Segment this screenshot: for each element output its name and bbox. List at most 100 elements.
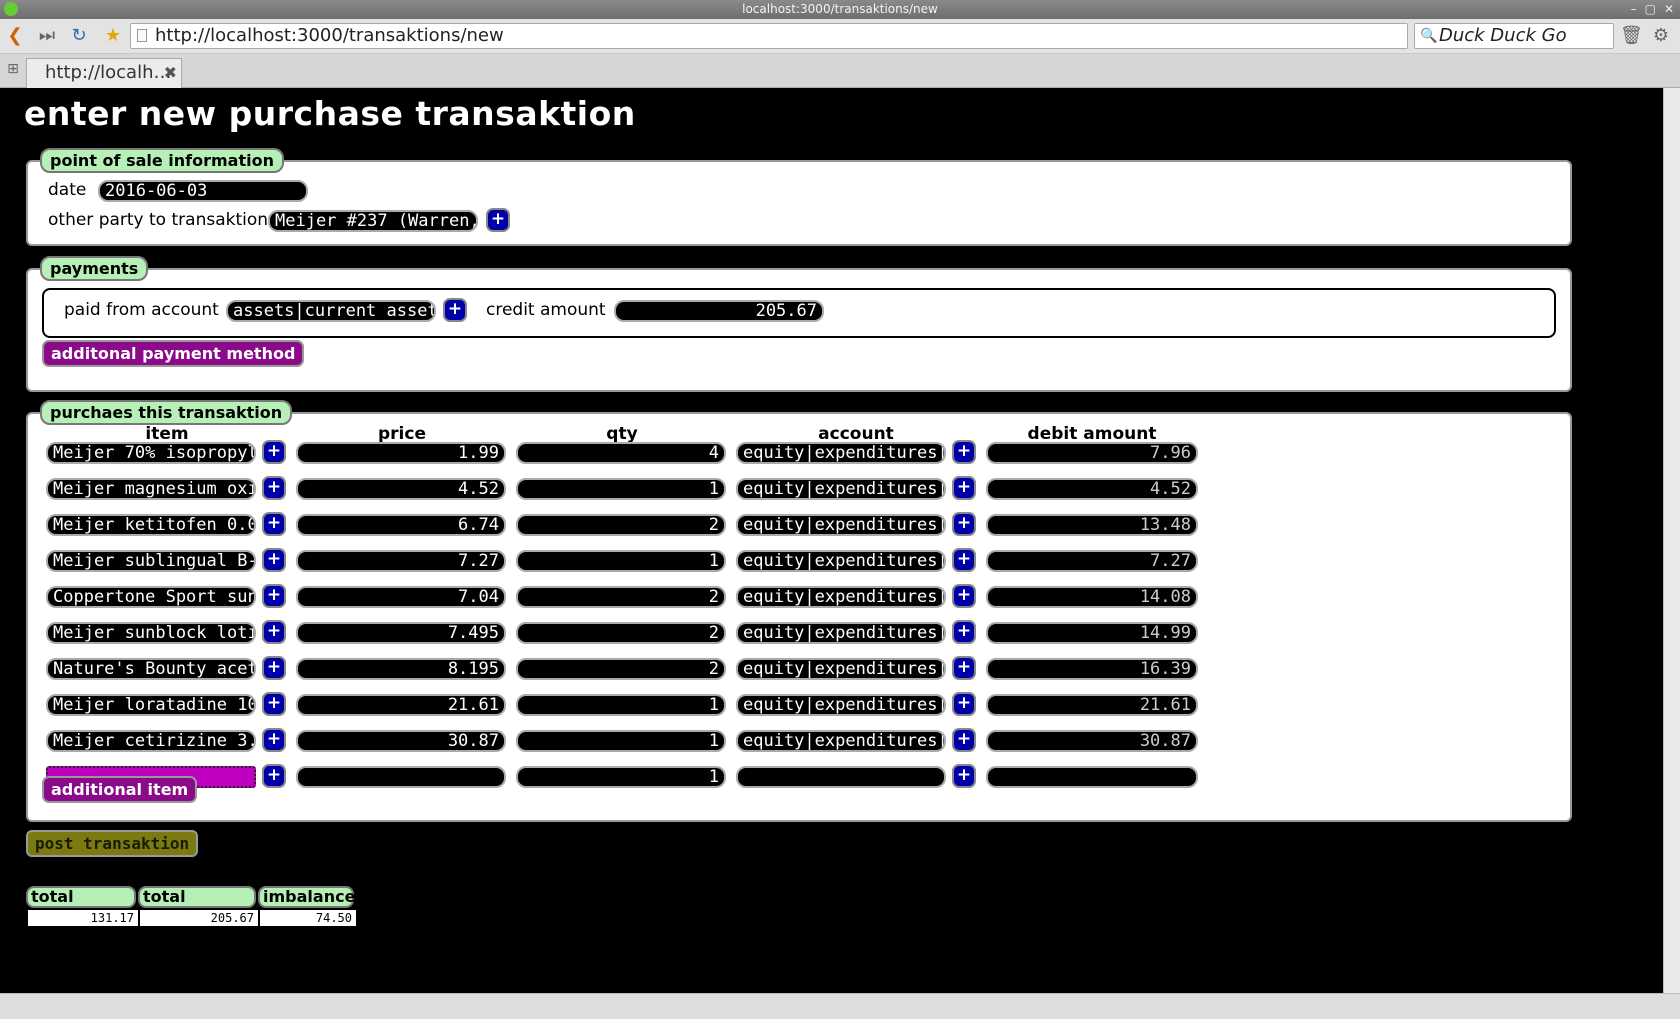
vertical-scrollbar[interactable] — [1663, 88, 1680, 993]
price-field[interactable]: 7.495 — [296, 622, 506, 644]
add-item-button[interactable]: + — [262, 656, 286, 680]
account-field[interactable]: equity|expenditures|f — [736, 586, 946, 608]
account-field[interactable]: equity|expenditures|s — [736, 658, 946, 680]
payments-legend: payments — [40, 256, 149, 281]
item-field[interactable]: Meijer loratadine 10m — [46, 694, 256, 716]
add-item-button[interactable]: + — [262, 512, 286, 536]
qty-field[interactable]: 2 — [516, 658, 726, 680]
debit-amount-field[interactable]: 14.99 — [986, 622, 1198, 644]
account-field[interactable]: equity|expenditures|C — [736, 694, 946, 716]
account-field[interactable]: equity|expenditures|s — [736, 478, 946, 500]
add-account-button[interactable]: + — [952, 476, 976, 500]
url-bar[interactable]: http://localhost:3000/transaktions/new — [130, 23, 1408, 49]
qty-field[interactable]: 2 — [516, 514, 726, 536]
add-account-button[interactable]: + — [952, 512, 976, 536]
additional-item-button[interactable]: additional item — [42, 776, 198, 803]
account-field[interactable]: equity|expenditures|s — [736, 550, 946, 572]
add-account-button[interactable]: + — [952, 584, 976, 608]
add-item-button[interactable]: + — [262, 440, 286, 464]
party-field[interactable]: Meijer #237 (Warren, — [268, 210, 478, 232]
add-item-button[interactable]: + — [262, 584, 286, 608]
account-field[interactable] — [736, 766, 946, 788]
qty-field[interactable]: 1 — [516, 478, 726, 500]
add-account-button[interactable]: + — [952, 764, 976, 788]
credit-amount-field[interactable]: 205.67 — [614, 300, 824, 322]
add-item-button[interactable]: + — [262, 764, 286, 788]
qty-field[interactable]: 2 — [516, 586, 726, 608]
search-input[interactable]: 🔍 Duck Duck Go — [1414, 23, 1614, 49]
add-account-button[interactable]: + — [952, 440, 976, 464]
tab-label: http://localh… — [45, 62, 172, 83]
back-icon[interactable]: ❮ — [4, 25, 26, 47]
qty-field[interactable]: 1 — [516, 766, 726, 788]
add-item-button[interactable]: + — [262, 692, 286, 716]
price-field[interactable]: 30.87 — [296, 730, 506, 752]
qty-field[interactable]: 1 — [516, 550, 726, 572]
debit-amount-field[interactable]: 4.52 — [986, 478, 1198, 500]
search-icon: 🔍 — [1420, 28, 1438, 44]
debit-amount-field[interactable]: 7.27 — [986, 550, 1198, 572]
bookmark-star-icon[interactable]: ★ — [102, 25, 124, 47]
price-field[interactable]: 8.195 — [296, 658, 506, 680]
debit-amount-field[interactable]: 7.96 — [986, 442, 1198, 464]
add-account-button[interactable]: + — [952, 656, 976, 680]
add-party-button[interactable]: + — [486, 208, 510, 232]
item-field[interactable]: Meijer sunblock lotic — [46, 622, 256, 644]
item-field[interactable]: Meijer 70% isopropyl — [46, 442, 256, 464]
debit-amount-field[interactable] — [986, 766, 1198, 788]
price-field[interactable]: 4.52 — [296, 478, 506, 500]
item-field[interactable]: Meijer magnesium oxid — [46, 478, 256, 500]
debit-amount-field[interactable]: 16.39 — [986, 658, 1198, 680]
add-account-button[interactable]: + — [443, 298, 467, 322]
item-field[interactable]: Meijer cetirizine 3.0 — [46, 730, 256, 752]
add-account-button[interactable]: + — [952, 728, 976, 752]
qty-field[interactable]: 2 — [516, 622, 726, 644]
account-field[interactable]: equity|expenditures|c — [736, 442, 946, 464]
additional-payment-button[interactable]: additonal payment method — [42, 340, 305, 367]
close-tab-icon[interactable]: ✖ — [164, 59, 177, 87]
account-field[interactable]: equity|expenditures|C — [736, 730, 946, 752]
date-field[interactable]: 2016-06-03 — [98, 180, 308, 202]
tab-bar: ⊞ http://localh… ✖ — [0, 54, 1680, 88]
item-field[interactable]: Meijer sublingual B-1 — [46, 550, 256, 572]
debit-amount-field[interactable]: 21.61 — [986, 694, 1198, 716]
maximize-icon[interactable]: ▢ — [1645, 2, 1656, 16]
minimize-icon[interactable]: – — [1631, 2, 1637, 16]
forward-icon[interactable]: ⏭ — [36, 25, 58, 47]
debit-amount-field[interactable]: 30.87 — [986, 730, 1198, 752]
debit-amount-field[interactable]: 14.08 — [986, 586, 1198, 608]
account-field[interactable]: equity|expenditures|f — [736, 622, 946, 644]
item-field[interactable]: Meijer ketitofen 0.02 — [46, 514, 256, 536]
price-field[interactable]: 6.74 — [296, 514, 506, 536]
add-item-button[interactable]: + — [262, 620, 286, 644]
add-item-button[interactable]: + — [262, 728, 286, 752]
price-field[interactable]: 21.61 — [296, 694, 506, 716]
item-field[interactable]: Coppertone Sport suns — [46, 586, 256, 608]
qty-field[interactable]: 4 — [516, 442, 726, 464]
debit-amount-field[interactable]: 13.48 — [986, 514, 1198, 536]
new-tab-icon[interactable]: ⊞ — [2, 58, 24, 80]
add-item-button[interactable]: + — [262, 548, 286, 572]
add-account-button[interactable]: + — [952, 620, 976, 644]
paid-from-field[interactable]: assets|current assets — [226, 300, 436, 322]
tab-current[interactable]: http://localh… ✖ — [26, 58, 182, 88]
price-field[interactable]: 1.99 — [296, 442, 506, 464]
price-field[interactable] — [296, 766, 506, 788]
paid-from-label: paid from account — [64, 300, 219, 320]
reload-icon[interactable]: ↻ — [68, 25, 90, 47]
price-field[interactable]: 7.27 — [296, 550, 506, 572]
search-placeholder: Duck Duck Go — [1439, 25, 1567, 46]
gear-icon[interactable]: ⚙ — [1650, 25, 1672, 47]
total-credits-label: total credits — [138, 886, 256, 924]
trash-icon[interactable]: 🗑 — [1620, 25, 1643, 47]
price-field[interactable]: 7.04 — [296, 586, 506, 608]
item-field[interactable]: Nature's Bounty acety — [46, 658, 256, 680]
add-account-button[interactable]: + — [952, 548, 976, 572]
account-field[interactable]: equity|expenditures|C — [736, 514, 946, 536]
post-transaktion-button[interactable]: post transaktion — [26, 830, 199, 857]
qty-field[interactable]: 1 — [516, 694, 726, 716]
qty-field[interactable]: 1 — [516, 730, 726, 752]
close-window-icon[interactable]: ✕ — [1664, 2, 1674, 16]
add-item-button[interactable]: + — [262, 476, 286, 500]
add-account-button[interactable]: + — [952, 692, 976, 716]
